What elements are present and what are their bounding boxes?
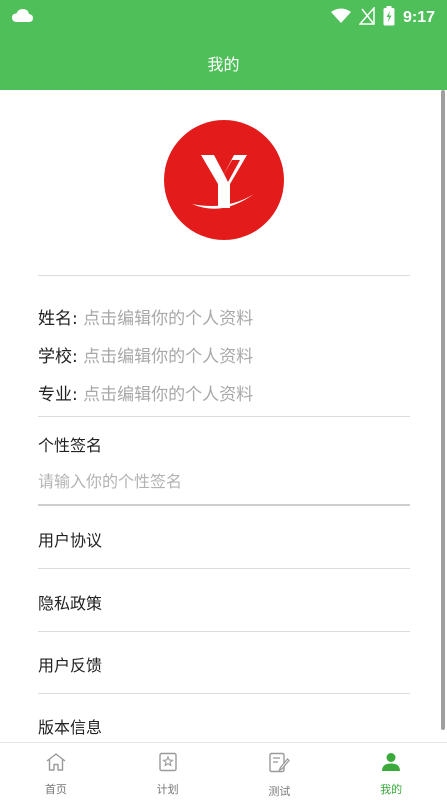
divider [38, 631, 410, 632]
status-bar: 9:17 [0, 0, 447, 36]
divider [38, 504, 410, 506]
menu-item-version-info[interactable]: 版本信息 [38, 714, 102, 738]
avatar-logo[interactable] [163, 120, 284, 244]
app-bar: 我的 [0, 36, 447, 90]
tab-plan[interactable]: 计划 [112, 743, 224, 801]
menu-item-user-agreement[interactable]: 用户协议 [38, 527, 102, 551]
menu-item-user-feedback[interactable]: 用户反馈 [38, 652, 102, 676]
divider [38, 693, 410, 694]
tab-home-label: 首页 [44, 783, 67, 796]
clock-time: 9:17 [402, 9, 435, 26]
school-placeholder: 点击编辑你的个人资料 [83, 347, 254, 367]
signature-title: 个性签名 [38, 436, 103, 455]
cloud-icon [12, 8, 34, 28]
major-label: 专业: [38, 385, 78, 405]
tab-mine-label: 我的 [380, 783, 403, 796]
page-title: 我的 [207, 55, 240, 74]
profile-content: 姓名: 点击编辑你的个人资料 学校: 点击编辑你的个人资料 专业: 点击编辑你的… [0, 90, 447, 742]
divider [38, 275, 410, 276]
divider [38, 568, 410, 569]
profile-major-row[interactable]: 专业: 点击编辑你的个人资料 [38, 380, 253, 405]
signal-icon [358, 6, 375, 29]
scrollbar[interactable] [441, 90, 445, 730]
school-label: 学校: [38, 347, 78, 367]
person-icon [380, 752, 402, 776]
profile-name-row[interactable]: 姓名: 点击编辑你的个人资料 [38, 304, 253, 329]
tab-home[interactable]: 首页 [0, 743, 112, 801]
profile-school-row[interactable]: 学校: 点击编辑你的个人资料 [38, 342, 253, 367]
name-label: 姓名: [38, 309, 78, 329]
battery-icon [383, 6, 395, 30]
home-icon [45, 752, 67, 776]
wifi-icon [330, 8, 351, 28]
major-placeholder: 点击编辑你的个人资料 [83, 385, 254, 405]
tab-mine[interactable]: 我的 [335, 743, 447, 801]
menu-item-privacy-policy[interactable]: 隐私政策 [38, 590, 102, 614]
tab-test-label: 测试 [268, 785, 291, 798]
test-icon [268, 752, 291, 778]
tab-plan-label: 计划 [156, 783, 179, 796]
tab-test[interactable]: 测试 [224, 743, 336, 801]
signature-input[interactable] [38, 466, 410, 496]
bottom-nav: 首页 计划 测试 我的 [0, 742, 447, 801]
divider [38, 416, 410, 417]
name-placeholder: 点击编辑你的个人资料 [83, 309, 254, 329]
plan-icon [157, 752, 179, 776]
